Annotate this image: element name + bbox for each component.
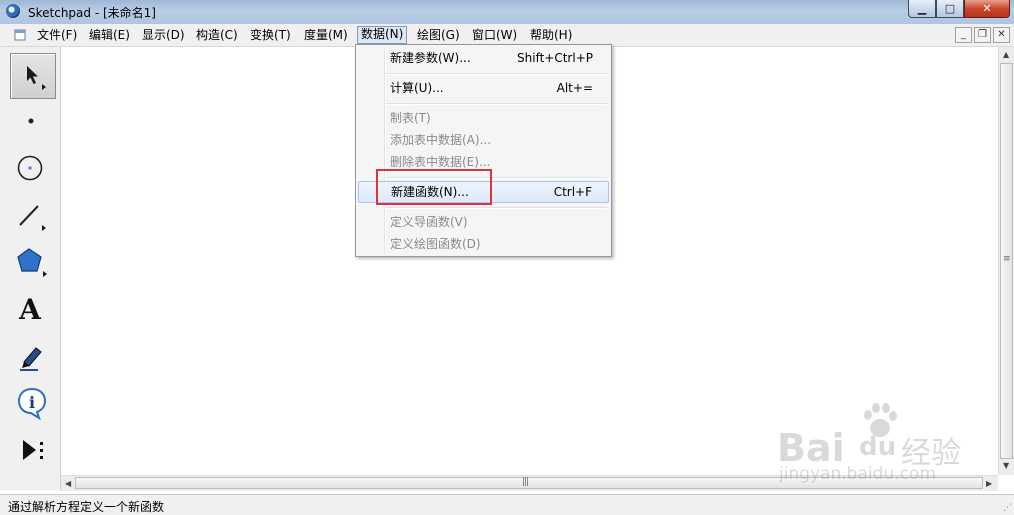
menu-separator bbox=[386, 73, 607, 75]
menu-edit[interactable]: 编辑(E) bbox=[86, 27, 133, 43]
menu-item-plotting-function: 定义绘图函数(D) bbox=[358, 233, 609, 255]
menu-item-new-parameter[interactable]: 新建参数(W)... Shift+Ctrl+P bbox=[358, 47, 609, 69]
arrow-select-tool[interactable] bbox=[10, 53, 56, 99]
menu-measure[interactable]: 度量(M) bbox=[301, 27, 351, 43]
status-bar: 通过解析方程定义一个新函数 ⋰ bbox=[0, 494, 1014, 515]
menu-item-derivative: 定义导函数(V) bbox=[358, 211, 609, 233]
menu-item-label: 计算(U)... bbox=[390, 81, 444, 95]
information-tool-icon: i bbox=[17, 387, 47, 420]
menu-item-label: 新建参数(W)... bbox=[390, 51, 471, 65]
document-close-button[interactable]: ✕ bbox=[993, 27, 1010, 43]
sketchpad-app-icon[interactable] bbox=[6, 4, 20, 18]
arrow-select-icon bbox=[27, 66, 46, 90]
baidu-jingyan-watermark: Bai du 经验 jingyan.baidu.com bbox=[775, 398, 965, 493]
point-tool[interactable] bbox=[10, 99, 54, 143]
status-text: 通过解析方程定义一个新函数 bbox=[8, 500, 165, 514]
scroll-grip-icon: ||| bbox=[522, 477, 529, 487]
menu-separator bbox=[386, 207, 607, 209]
data-menu-dropdown: 新建参数(W)... Shift+Ctrl+P 计算(U)... Alt+= 制… bbox=[355, 44, 612, 257]
scroll-left-arrow-icon[interactable]: ◀ bbox=[65, 479, 71, 488]
watermark-brand-du: du bbox=[859, 432, 897, 462]
menu-item-shortcut: Shift+Ctrl+P bbox=[517, 51, 593, 65]
compass-tool-icon bbox=[17, 155, 43, 181]
straightedge-tool[interactable] bbox=[10, 193, 54, 237]
text-tool-icon: A bbox=[19, 292, 41, 326]
scroll-grip-icon: ≡ bbox=[1003, 254, 1010, 264]
title-bar: Sketchpad - [未命名1] ▁ □ ✕ bbox=[0, 0, 1014, 24]
document-minimize-button[interactable]: _ bbox=[955, 27, 972, 43]
menu-separator bbox=[386, 103, 607, 105]
annotation-highlight-box bbox=[376, 169, 492, 205]
caption-buttons: ▁ □ ✕ bbox=[908, 0, 1010, 18]
menu-item-tabulate: 制表(T) bbox=[358, 107, 609, 129]
watermark-url: jingyan.baidu.com bbox=[779, 464, 936, 484]
scroll-right-arrow-icon[interactable]: ▶ bbox=[986, 479, 992, 488]
toolbox: A i bbox=[0, 47, 61, 490]
menu-graph[interactable]: 绘图(G) bbox=[414, 27, 463, 43]
menu-help[interactable]: 帮助(H) bbox=[527, 27, 575, 43]
document-icon[interactable] bbox=[14, 29, 26, 41]
document-window-buttons: _ ❐ ✕ bbox=[955, 27, 1010, 43]
point-tool-icon bbox=[28, 118, 34, 124]
minimize-window-button[interactable]: ▁ bbox=[908, 0, 936, 18]
scroll-down-arrow-icon[interactable]: ▼ bbox=[1003, 461, 1009, 470]
scroll-up-arrow-icon[interactable]: ▲ bbox=[1003, 50, 1009, 59]
menu-item-label: 定义绘图函数(D) bbox=[390, 237, 481, 251]
vertical-scrollbar[interactable]: ▲ ≡ ▼ bbox=[998, 47, 1014, 475]
vertical-scroll-thumb[interactable]: ≡ bbox=[1000, 63, 1013, 459]
window-title: Sketchpad - [未命名1] bbox=[28, 6, 156, 20]
menu-item-label: 制表(T) bbox=[390, 111, 431, 125]
menu-item-label: 定义导函数(V) bbox=[390, 215, 468, 229]
custom-tool[interactable] bbox=[10, 428, 54, 472]
compass-tool[interactable] bbox=[10, 146, 54, 190]
menu-item-shortcut: Ctrl+F bbox=[553, 185, 592, 199]
menu-item-calculate[interactable]: 计算(U)... Alt+= bbox=[358, 77, 609, 99]
resize-grip-icon[interactable]: ⋰ bbox=[1003, 503, 1012, 513]
polygon-tool[interactable] bbox=[10, 240, 54, 284]
menu-construct[interactable]: 构造(C) bbox=[193, 27, 241, 43]
menu-item-add-table-data: 添加表中数据(A)... bbox=[358, 129, 609, 151]
text-tool[interactable]: A bbox=[10, 287, 54, 331]
menu-item-label: 添加表中数据(A)... bbox=[390, 133, 492, 147]
close-window-button[interactable]: ✕ bbox=[964, 0, 1010, 18]
menu-display[interactable]: 显示(D) bbox=[139, 27, 188, 43]
marker-tool[interactable] bbox=[10, 334, 54, 378]
polygon-tool-icon bbox=[17, 248, 47, 277]
custom-tool-icon bbox=[23, 440, 43, 460]
information-tool[interactable]: i bbox=[10, 381, 54, 425]
document-restore-button[interactable]: ❐ bbox=[974, 27, 991, 43]
menu-file[interactable]: 文件(F) bbox=[34, 27, 80, 43]
menu-data[interactable]: 数据(N) bbox=[357, 26, 408, 44]
menu-window[interactable]: 窗口(W) bbox=[469, 27, 520, 43]
menu-transform[interactable]: 变换(T) bbox=[247, 27, 294, 43]
marker-tool-icon bbox=[20, 347, 42, 371]
svg-text:i: i bbox=[29, 393, 35, 412]
menu-item-shortcut: Alt+= bbox=[556, 81, 593, 95]
line-tool-icon bbox=[19, 205, 46, 231]
maximize-window-button[interactable]: □ bbox=[936, 0, 964, 18]
